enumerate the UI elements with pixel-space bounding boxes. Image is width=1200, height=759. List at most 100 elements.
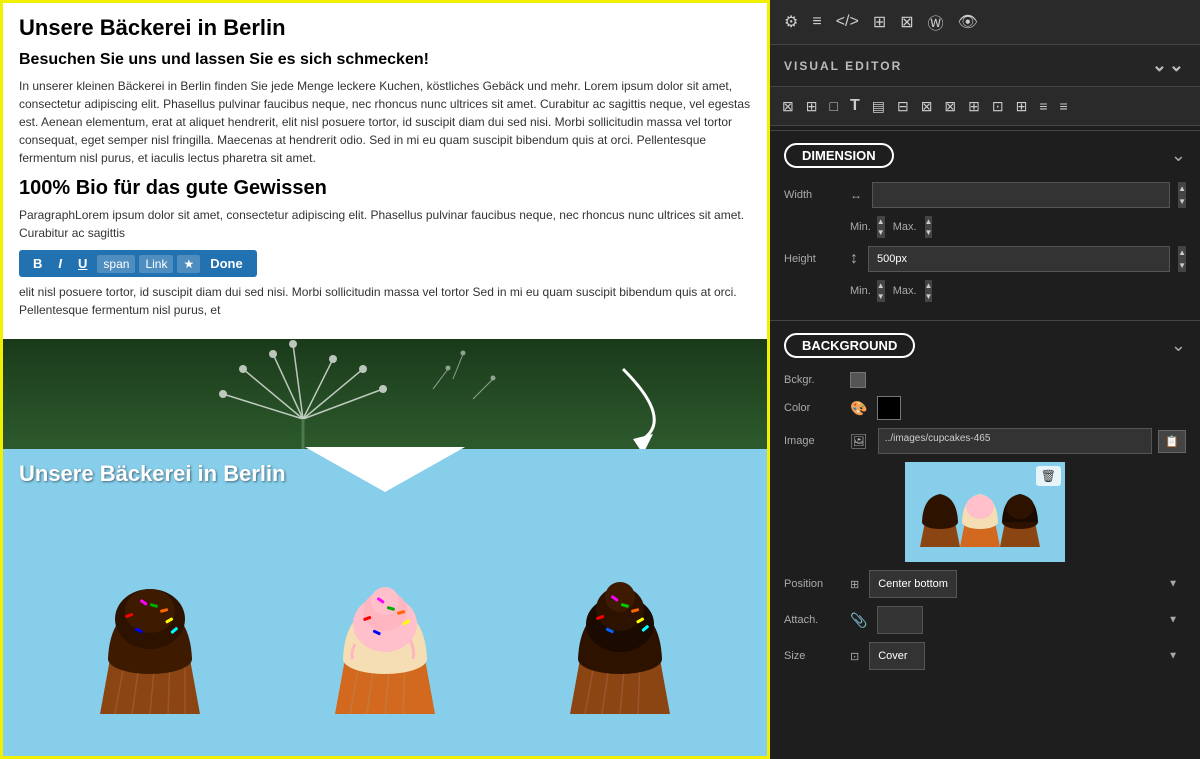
width-max-up[interactable]: ▲ (925, 216, 933, 227)
tool-text[interactable]: T (848, 95, 862, 117)
tool-grid5[interactable]: ⊞ (1014, 96, 1030, 117)
width-minmax-row: Min. ▲ ▼ Max. ▲ ▼ (784, 216, 1186, 238)
attach-icon: 📎 (850, 612, 867, 629)
size-dropdown-wrapper: Cover Contain Auto ▼ (869, 642, 1186, 670)
star-button[interactable]: ★ (177, 255, 200, 273)
width-max-down[interactable]: ▼ (925, 227, 933, 238)
height-resize-icon: ↕ (850, 250, 858, 268)
collapse-icon[interactable]: ⌄⌄ (1152, 55, 1186, 76)
width-max-label: Max. (893, 221, 917, 233)
wp-icon[interactable]: Ⓦ (928, 10, 944, 34)
height-row: Height ↕ ▲ ▼ (784, 246, 1186, 272)
bold-button[interactable]: B (27, 254, 48, 273)
width-min-up[interactable]: ▲ (877, 216, 885, 227)
height-down-btn[interactable]: ▼ (1178, 259, 1186, 272)
size-label: Size (784, 650, 844, 662)
settings-icon[interactable]: ⚙ (784, 12, 798, 32)
tool-border[interactable]: ⊡ (990, 96, 1006, 117)
size-icon: ⊡ (850, 650, 859, 663)
tool-container[interactable]: ⊞ (804, 96, 820, 117)
italic-button[interactable]: I (52, 254, 68, 273)
height-max-label: Max. (893, 285, 917, 297)
attach-dropdown-arrow: ▼ (1168, 615, 1178, 626)
text-format-toolbar[interactable]: B I U span Link ★ Done (19, 250, 257, 277)
tool-grid2[interactable]: ⊠ (919, 96, 935, 117)
code-icon[interactable]: </> (836, 13, 859, 31)
tool-grid3[interactable]: ⊠ (942, 96, 958, 117)
grid-icon[interactable]: ⊞ (873, 12, 886, 32)
sub-heading-1: Besuchen Sie uns und lassen Sie es sich … (19, 51, 751, 69)
height-min-down[interactable]: ▼ (877, 291, 885, 302)
cupcake-3 (550, 559, 690, 729)
color-label: Color (784, 402, 844, 414)
eye-icon[interactable]: 👁 (958, 12, 978, 32)
dimension-content: Width ↔ ▲ ▼ Min. ▲ ▼ Max. ▲ ▼ (770, 176, 1200, 316)
visual-editor-label: VISUAL EDITOR (784, 59, 902, 73)
image-browse-btn[interactable]: 📋 (1158, 430, 1186, 453)
color-swatch[interactable] (877, 396, 901, 420)
position-label: Position (784, 578, 844, 590)
text-icon[interactable]: ≡ (812, 13, 821, 31)
image-icon: 🖼 (850, 433, 868, 450)
tools-row: ⊠ ⊞ □ T ▤ ⊟ ⊠ ⊠ ⊞ ⊡ ⊞ ≡ ≡ (770, 87, 1200, 126)
tool-select[interactable]: ⊠ (780, 96, 796, 117)
cupcakes-display (3, 499, 767, 739)
arrow-annotation (623, 369, 654, 449)
height-min-up[interactable]: ▲ (877, 280, 885, 291)
visual-editor-title-bar: VISUAL EDITOR ⌄⌄ (770, 45, 1200, 87)
attach-select[interactable]: Scroll Fixed (877, 606, 923, 634)
image-preview-container: 🗑 (784, 462, 1186, 562)
size-dropdown-arrow: ▼ (1168, 651, 1178, 662)
underline-button[interactable]: U (72, 254, 93, 273)
tool-box[interactable]: □ (827, 96, 839, 116)
span-button[interactable]: span (97, 255, 135, 273)
tool-minus[interactable]: ⊟ (895, 96, 911, 117)
position-icon: ⊞ (850, 578, 859, 591)
background-section: BACKGROUND ⌄ Bckgr. Color 🎨 Image 🖼 ../i… (770, 325, 1200, 684)
height-minmax-row: Min. ▲ ▼ Max. ▲ ▼ (784, 280, 1186, 302)
size-row: Size ⊡ Cover Contain Auto ▼ (784, 642, 1186, 670)
delete-image-btn[interactable]: 🗑 (1036, 466, 1061, 486)
tool-grid4[interactable]: ⊞ (966, 96, 982, 117)
website-preview: Unsere Bäckerei in Berlin Besuchen Sie u… (0, 0, 770, 759)
attach-dropdown-wrapper: Scroll Fixed ▼ (877, 606, 1186, 634)
height-up-btn[interactable]: ▲ (1178, 246, 1186, 259)
tool-align2[interactable]: ≡ (1058, 96, 1070, 116)
background-header[interactable]: BACKGROUND ⌄ (770, 325, 1200, 366)
width-input[interactable] (872, 182, 1170, 208)
cupcake-2 (315, 559, 455, 729)
width-resize-icon: ↔ (850, 188, 862, 202)
height-input[interactable] (868, 246, 1170, 272)
top-content-section: Unsere Bäckerei in Berlin Besuchen Sie u… (3, 3, 767, 339)
dimension-collapse-icon[interactable]: ⌄ (1171, 145, 1186, 166)
size-select[interactable]: Cover Contain Auto (869, 642, 925, 670)
width-down-btn[interactable]: ▼ (1178, 195, 1186, 208)
position-dropdown-arrow: ▼ (1168, 579, 1178, 590)
done-button[interactable]: Done (204, 254, 249, 273)
width-min-down[interactable]: ▼ (877, 227, 885, 238)
tool-list[interactable]: ▤ (870, 96, 887, 117)
attach-label: Attach. (784, 614, 844, 626)
background-collapse-icon[interactable]: ⌄ (1171, 335, 1186, 356)
plugin-icon[interactable]: ⊠ (900, 12, 913, 32)
width-label: Width (784, 189, 844, 201)
bckgr-row: Bckgr. (784, 372, 1186, 388)
width-up-btn[interactable]: ▲ (1178, 182, 1186, 195)
main-heading: Unsere Bäckerei in Berlin (19, 15, 751, 41)
link-button[interactable]: Link (139, 255, 173, 273)
divider-decoration (3, 339, 767, 449)
body-text-2: ParagraphLorem ipsum dolor sit amet, con… (19, 206, 751, 242)
cupcake-1 (80, 559, 220, 729)
bckgr-checkbox[interactable] (850, 372, 866, 388)
background-title: BACKGROUND (784, 333, 915, 358)
image-preview: 🗑 (905, 462, 1065, 562)
height-max-up[interactable]: ▲ (925, 280, 933, 291)
dimension-header[interactable]: DIMENSION ⌄ (770, 135, 1200, 176)
section-heading-bio: 100% Bio für das gute Gewissen (19, 177, 751, 200)
position-row: Position ⊞ Center bottom Center top Cent… (784, 570, 1186, 598)
image-path-display: ../images/cupcakes-465 (878, 428, 1153, 454)
tool-align[interactable]: ≡ (1037, 96, 1049, 116)
dimension-section: DIMENSION ⌄ Width ↔ ▲ ▼ Min. ▲ ▼ (770, 135, 1200, 316)
position-select[interactable]: Center bottom Center top Center center L… (869, 570, 957, 598)
height-max-down[interactable]: ▼ (925, 291, 933, 302)
